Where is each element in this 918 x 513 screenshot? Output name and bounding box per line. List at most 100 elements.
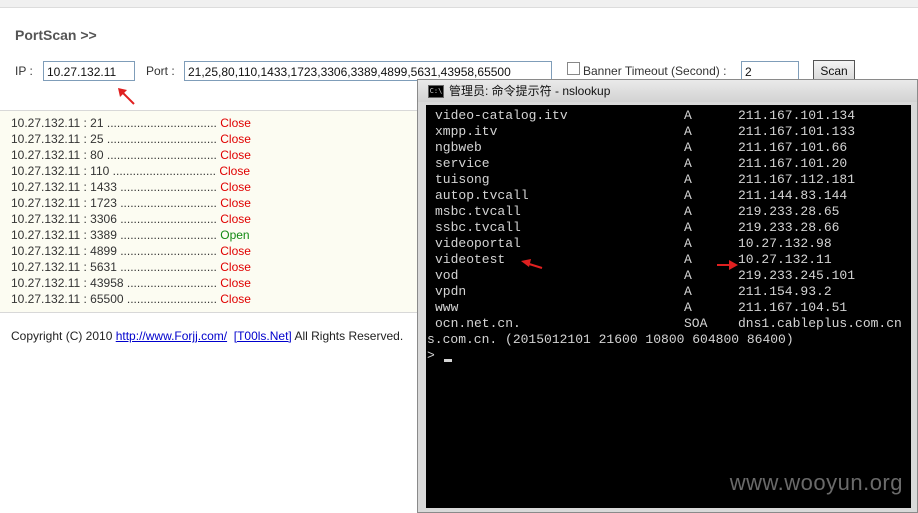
- result-row: 10.27.132.11 : 25 ......................…: [11, 132, 251, 146]
- result-dots: ...........................: [123, 276, 217, 290]
- dns-record-type: A: [684, 300, 692, 315]
- dns-record-value: 219.233.245.101: [738, 268, 856, 283]
- result-status: Close: [220, 292, 251, 306]
- result-row: 10.27.132.11 : 1723 ....................…: [11, 196, 251, 210]
- result-host: 10.27.132.11 : 3306: [11, 212, 117, 226]
- result-dots: ...........................: [123, 292, 217, 306]
- result-row: 10.27.132.11 : 4899 ....................…: [11, 244, 251, 258]
- dns-record-name: videoportal: [435, 236, 521, 251]
- ip-label: IP :: [15, 64, 33, 78]
- result-host: 10.27.132.11 : 43958: [11, 276, 124, 290]
- red-arrow-ip: [118, 88, 135, 105]
- soa-continuation: s.com.cn. (2015012101 21600 10800 604800…: [427, 332, 794, 347]
- result-row: 10.27.132.11 : 110 .....................…: [11, 164, 250, 178]
- result-dots: .............................: [116, 228, 217, 242]
- dns-record-name: ocn.net.cn.: [435, 316, 521, 331]
- result-dots: .................................: [103, 132, 217, 146]
- port-input[interactable]: 21,25,80,110,1433,1723,3306,3389,4899,56…: [184, 61, 552, 81]
- scan-results: 10.27.132.11 : 21 ......................…: [0, 110, 420, 313]
- red-arrow-videotest: [521, 259, 543, 269]
- dns-record-name: xmpp.itv: [435, 124, 498, 139]
- copyright-text: Copyright (C) 2010: [11, 329, 116, 343]
- page-title: PortScan >>: [15, 27, 97, 43]
- result-host: 10.27.132.11 : 110: [11, 164, 110, 178]
- result-status: Close: [220, 212, 251, 226]
- dns-record-type: A: [684, 140, 692, 155]
- dns-record-type: A: [684, 188, 692, 203]
- dns-record-name: video-catalog.itv: [435, 108, 568, 123]
- result-dots: .............................: [116, 196, 217, 210]
- result-status: Close: [220, 116, 251, 130]
- dns-record-name: ngbweb: [435, 140, 482, 155]
- dns-record-type: A: [684, 284, 692, 299]
- dns-record-type: A: [684, 108, 692, 123]
- result-status: Close: [220, 260, 251, 274]
- dns-record-value: 211.167.104.51: [738, 300, 848, 315]
- copyright-footer: Copyright (C) 2010 http://www.Forjj.com/…: [11, 329, 403, 343]
- dns-record-type: A: [684, 236, 692, 251]
- dns-record-value: 219.233.28.65: [738, 204, 840, 219]
- t00ls-link[interactable]: [T00ls.Net]: [234, 329, 292, 343]
- console-prompt: >: [427, 348, 435, 363]
- result-status: Close: [220, 276, 251, 290]
- banner-timeout-input[interactable]: 2: [741, 61, 799, 81]
- dns-record-value: 219.233.28.66: [738, 220, 840, 235]
- dns-record-value: dns1.cableplus.com.cn r: [738, 316, 911, 331]
- result-dots: .............................: [116, 260, 217, 274]
- watermark: www.wooyun.org: [729, 470, 903, 495]
- result-status: Close: [219, 164, 251, 178]
- result-dots: .................................: [103, 148, 217, 162]
- cmd-icon: C:\: [428, 85, 444, 98]
- result-status: Close: [220, 180, 251, 194]
- banner-timeout-label: Banner Timeout (Second) :: [583, 64, 727, 78]
- result-host: 10.27.132.11 : 4899: [11, 244, 117, 258]
- dns-record-name: service: [435, 156, 490, 171]
- dns-record-type: SOA: [684, 316, 708, 331]
- port-label: Port :: [146, 64, 175, 78]
- dns-record-name: autop.tvcall: [435, 188, 529, 203]
- result-dots: .................................: [103, 116, 217, 130]
- result-dots: .............................: [116, 180, 217, 194]
- result-host: 10.27.132.11 : 3389: [11, 228, 117, 242]
- result-status: Open: [220, 228, 250, 242]
- result-status: Close: [220, 196, 251, 210]
- dns-record-type: A: [684, 268, 692, 283]
- dns-record-value: 211.154.93.2: [738, 284, 832, 299]
- result-row: 10.27.132.11 : 43958 ...................…: [11, 276, 251, 290]
- dns-record-type: A: [684, 172, 692, 187]
- ip-input[interactable]: 10.27.132.11: [43, 61, 135, 81]
- dns-record-value: 211.167.101.20: [738, 156, 848, 171]
- result-host: 10.27.132.11 : 1433: [11, 180, 117, 194]
- result-row: 10.27.132.11 : 21 ......................…: [11, 116, 251, 130]
- result-host: 10.27.132.11 : 65500: [11, 292, 124, 306]
- dns-record-name: www: [435, 300, 459, 315]
- dns-record-value: 211.167.101.66: [738, 140, 848, 155]
- dns-record-value: 10.27.132.98: [738, 236, 832, 251]
- result-status: Close: [220, 244, 251, 258]
- dns-record-value: 211.167.112.181: [738, 172, 856, 187]
- dns-record-value: 211.167.101.134: [738, 108, 856, 123]
- cmd-title-text: 管理员: 命令提示符 - nslookup: [449, 84, 611, 98]
- console-output[interactable]: video-catalog.itv A 211.167.101.134 xmpp.it…: [426, 105, 911, 508]
- result-dots: ...............................: [109, 164, 216, 178]
- result-host: 10.27.132.11 : 21: [11, 116, 104, 130]
- banner-timeout-checkbox[interactable]: [567, 62, 580, 75]
- dns-record-value: 10.27.132.11: [738, 252, 832, 267]
- result-status: Close: [220, 148, 251, 162]
- dns-record-type: A: [684, 220, 692, 235]
- result-row: 10.27.132.11 : 65500 ...................…: [11, 292, 251, 306]
- result-host: 10.27.132.11 : 80: [11, 148, 104, 162]
- cmd-window[interactable]: C:\ 管理员: 命令提示符 - nslookup video-catalog.…: [417, 79, 918, 513]
- top-bar: [0, 0, 918, 8]
- cmd-title-bar[interactable]: C:\ 管理员: 命令提示符 - nslookup: [418, 80, 917, 102]
- result-row: 10.27.132.11 : 5631 ....................…: [11, 260, 251, 274]
- forjj-link[interactable]: http://www.Forjj.com/: [116, 329, 227, 343]
- result-dots: .............................: [116, 212, 217, 226]
- dns-record-value: 211.167.101.133: [738, 124, 856, 139]
- result-host: 10.27.132.11 : 5631: [11, 260, 117, 274]
- dns-record-name: vod: [435, 268, 459, 283]
- dns-record-name: ssbc.tvcall: [435, 220, 521, 235]
- result-status: Close: [220, 132, 251, 146]
- dns-record-value: 211.144.83.144: [738, 188, 848, 203]
- dns-record-type: A: [684, 156, 692, 171]
